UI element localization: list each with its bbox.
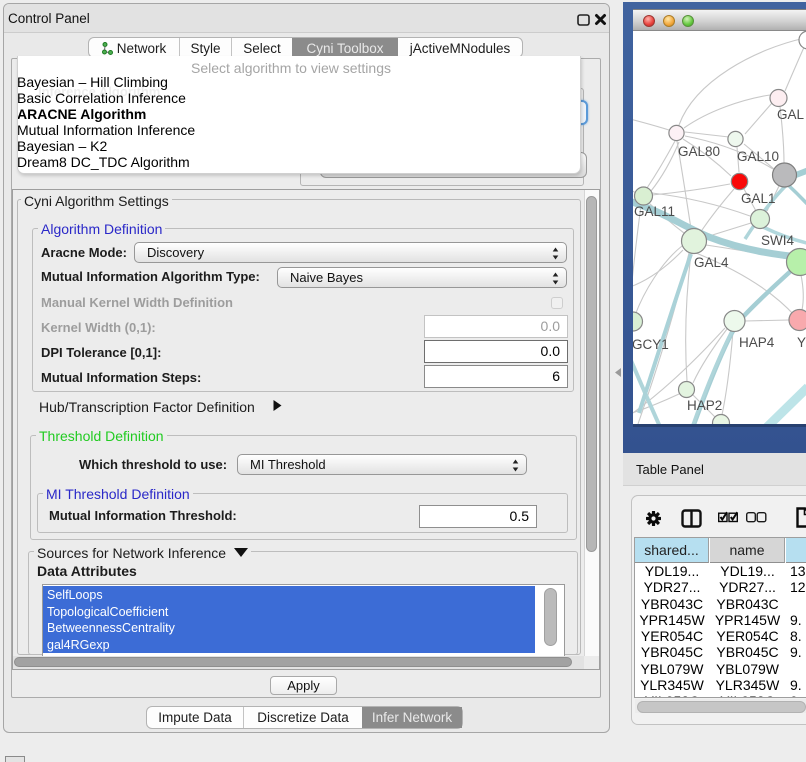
- svg-text:Y: Y: [797, 335, 806, 350]
- svg-text:GAL11: GAL11: [634, 204, 675, 219]
- svg-text:GAL4: GAL4: [694, 255, 729, 270]
- svg-text:GCY1: GCY1: [633, 337, 669, 352]
- svg-text:GAL1: GAL1: [741, 191, 776, 206]
- svg-text:SWI4: SWI4: [761, 233, 794, 248]
- svg-text:GAL10: GAL10: [737, 149, 779, 164]
- svg-text:HAP4: HAP4: [739, 335, 775, 350]
- svg-text:HAP2: HAP2: [687, 398, 722, 413]
- svg-text:GAL: GAL: [777, 107, 805, 122]
- svg-text:GAL80: GAL80: [678, 144, 720, 159]
